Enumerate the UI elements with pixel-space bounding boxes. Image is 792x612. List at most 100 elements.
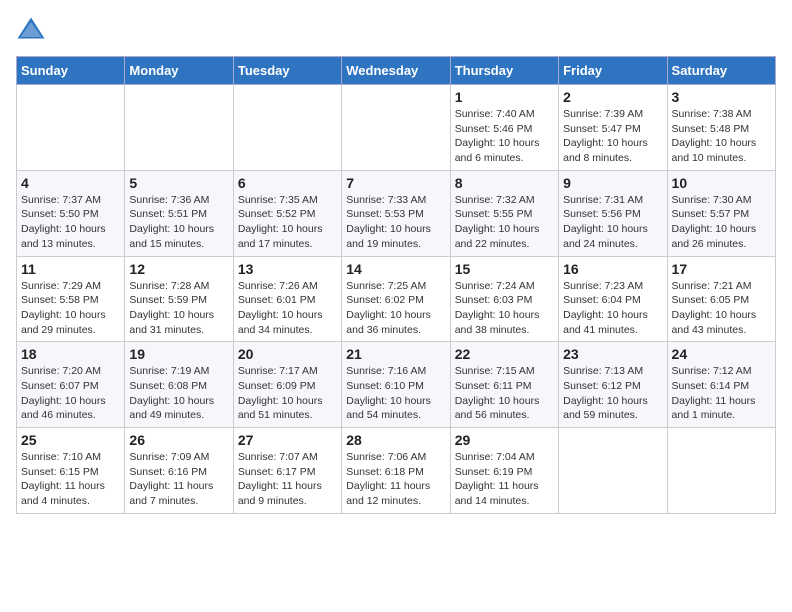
calendar-cell: 5 Sunrise: 7:36 AM Sunset: 5:51 PM Daylig… <box>125 170 233 256</box>
calendar-cell: 27 Sunrise: 7:07 AM Sunset: 6:17 PM Dayli… <box>233 428 341 514</box>
day-info: Sunrise: 7:24 AM Sunset: 6:03 PM Dayligh… <box>455 279 554 338</box>
day-number: 22 <box>455 346 554 362</box>
day-info: Sunrise: 7:20 AM Sunset: 6:07 PM Dayligh… <box>21 364 120 423</box>
header-sunday: Sunday <box>17 57 125 85</box>
day-number: 9 <box>563 175 662 191</box>
week-row-5: 25 Sunrise: 7:10 AM Sunset: 6:15 PM Dayli… <box>17 428 776 514</box>
day-info: Sunrise: 7:35 AM Sunset: 5:52 PM Dayligh… <box>238 193 337 252</box>
day-number: 6 <box>238 175 337 191</box>
day-number: 18 <box>21 346 120 362</box>
calendar-cell: 6 Sunrise: 7:35 AM Sunset: 5:52 PM Daylig… <box>233 170 341 256</box>
day-info: Sunrise: 7:39 AM Sunset: 5:47 PM Dayligh… <box>563 107 662 166</box>
week-row-1: 1 Sunrise: 7:40 AM Sunset: 5:46 PM Daylig… <box>17 85 776 171</box>
calendar-cell: 23 Sunrise: 7:13 AM Sunset: 6:12 PM Dayli… <box>559 342 667 428</box>
calendar-cell <box>125 85 233 171</box>
day-number: 17 <box>672 261 771 277</box>
header <box>16 16 776 46</box>
calendar-cell <box>342 85 450 171</box>
calendar-cell: 25 Sunrise: 7:10 AM Sunset: 6:15 PM Dayli… <box>17 428 125 514</box>
calendar-cell <box>559 428 667 514</box>
day-number: 29 <box>455 432 554 448</box>
day-number: 3 <box>672 89 771 105</box>
calendar-cell: 13 Sunrise: 7:26 AM Sunset: 6:01 PM Dayli… <box>233 256 341 342</box>
logo <box>16 16 50 46</box>
logo-icon <box>16 16 46 46</box>
day-info: Sunrise: 7:26 AM Sunset: 6:01 PM Dayligh… <box>238 279 337 338</box>
day-info: Sunrise: 7:17 AM Sunset: 6:09 PM Dayligh… <box>238 364 337 423</box>
calendar-cell: 12 Sunrise: 7:28 AM Sunset: 5:59 PM Dayli… <box>125 256 233 342</box>
calendar-cell: 21 Sunrise: 7:16 AM Sunset: 6:10 PM Dayli… <box>342 342 450 428</box>
calendar-header-row: SundayMondayTuesdayWednesdayThursdayFrid… <box>17 57 776 85</box>
day-info: Sunrise: 7:40 AM Sunset: 5:46 PM Dayligh… <box>455 107 554 166</box>
calendar-cell: 28 Sunrise: 7:06 AM Sunset: 6:18 PM Dayli… <box>342 428 450 514</box>
header-monday: Monday <box>125 57 233 85</box>
day-info: Sunrise: 7:32 AM Sunset: 5:55 PM Dayligh… <box>455 193 554 252</box>
calendar-cell: 17 Sunrise: 7:21 AM Sunset: 6:05 PM Dayli… <box>667 256 775 342</box>
calendar-cell: 2 Sunrise: 7:39 AM Sunset: 5:47 PM Daylig… <box>559 85 667 171</box>
calendar-cell: 7 Sunrise: 7:33 AM Sunset: 5:53 PM Daylig… <box>342 170 450 256</box>
calendar-cell: 29 Sunrise: 7:04 AM Sunset: 6:19 PM Dayli… <box>450 428 558 514</box>
week-row-4: 18 Sunrise: 7:20 AM Sunset: 6:07 PM Dayli… <box>17 342 776 428</box>
calendar-cell: 15 Sunrise: 7:24 AM Sunset: 6:03 PM Dayli… <box>450 256 558 342</box>
day-info: Sunrise: 7:38 AM Sunset: 5:48 PM Dayligh… <box>672 107 771 166</box>
day-number: 25 <box>21 432 120 448</box>
day-info: Sunrise: 7:06 AM Sunset: 6:18 PM Dayligh… <box>346 450 445 509</box>
day-number: 26 <box>129 432 228 448</box>
day-info: Sunrise: 7:33 AM Sunset: 5:53 PM Dayligh… <box>346 193 445 252</box>
calendar-cell <box>17 85 125 171</box>
day-info: Sunrise: 7:12 AM Sunset: 6:14 PM Dayligh… <box>672 364 771 423</box>
day-info: Sunrise: 7:36 AM Sunset: 5:51 PM Dayligh… <box>129 193 228 252</box>
day-number: 10 <box>672 175 771 191</box>
day-info: Sunrise: 7:21 AM Sunset: 6:05 PM Dayligh… <box>672 279 771 338</box>
day-info: Sunrise: 7:29 AM Sunset: 5:58 PM Dayligh… <box>21 279 120 338</box>
day-number: 7 <box>346 175 445 191</box>
calendar-cell: 9 Sunrise: 7:31 AM Sunset: 5:56 PM Daylig… <box>559 170 667 256</box>
day-info: Sunrise: 7:07 AM Sunset: 6:17 PM Dayligh… <box>238 450 337 509</box>
calendar-cell: 20 Sunrise: 7:17 AM Sunset: 6:09 PM Dayli… <box>233 342 341 428</box>
day-info: Sunrise: 7:16 AM Sunset: 6:10 PM Dayligh… <box>346 364 445 423</box>
day-number: 13 <box>238 261 337 277</box>
calendar-cell: 19Sunrise: 7:19 AM Sunset: 6:08 PM Dayli… <box>125 342 233 428</box>
calendar-cell <box>667 428 775 514</box>
day-number: 28 <box>346 432 445 448</box>
day-info: Sunrise: 7:31 AM Sunset: 5:56 PM Dayligh… <box>563 193 662 252</box>
day-number: 21 <box>346 346 445 362</box>
day-info: Sunrise: 7:10 AM Sunset: 6:15 PM Dayligh… <box>21 450 120 509</box>
header-saturday: Saturday <box>667 57 775 85</box>
header-wednesday: Wednesday <box>342 57 450 85</box>
calendar-table: SundayMondayTuesdayWednesdayThursdayFrid… <box>16 56 776 514</box>
calendar-cell: 16Sunrise: 7:23 AM Sunset: 6:04 PM Dayli… <box>559 256 667 342</box>
calendar-cell: 4Sunrise: 7:37 AM Sunset: 5:50 PM Daylig… <box>17 170 125 256</box>
week-row-3: 11 Sunrise: 7:29 AM Sunset: 5:58 PM Dayli… <box>17 256 776 342</box>
day-number: 5 <box>129 175 228 191</box>
day-info: Sunrise: 7:28 AM Sunset: 5:59 PM Dayligh… <box>129 279 228 338</box>
day-number: 4 <box>21 175 120 191</box>
day-number: 14 <box>346 261 445 277</box>
calendar-cell: 22 Sunrise: 7:15 AM Sunset: 6:11 PM Dayli… <box>450 342 558 428</box>
header-thursday: Thursday <box>450 57 558 85</box>
day-info: Sunrise: 7:04 AM Sunset: 6:19 PM Dayligh… <box>455 450 554 509</box>
day-number: 20 <box>238 346 337 362</box>
day-number: 15 <box>455 261 554 277</box>
day-info: Sunrise: 7:13 AM Sunset: 6:12 PM Dayligh… <box>563 364 662 423</box>
day-number: 11 <box>21 261 120 277</box>
day-number: 1 <box>455 89 554 105</box>
week-row-2: 4Sunrise: 7:37 AM Sunset: 5:50 PM Daylig… <box>17 170 776 256</box>
day-number: 24 <box>672 346 771 362</box>
day-info: Sunrise: 7:15 AM Sunset: 6:11 PM Dayligh… <box>455 364 554 423</box>
day-number: 16 <box>563 261 662 277</box>
calendar-cell: 24 Sunrise: 7:12 AM Sunset: 6:14 PM Dayli… <box>667 342 775 428</box>
day-info: Sunrise: 7:25 AM Sunset: 6:02 PM Dayligh… <box>346 279 445 338</box>
calendar-cell: 8 Sunrise: 7:32 AM Sunset: 5:55 PM Daylig… <box>450 170 558 256</box>
header-friday: Friday <box>559 57 667 85</box>
day-number: 2 <box>563 89 662 105</box>
day-number: 8 <box>455 175 554 191</box>
day-number: 27 <box>238 432 337 448</box>
day-info: Sunrise: 7:09 AM Sunset: 6:16 PM Dayligh… <box>129 450 228 509</box>
day-number: 23 <box>563 346 662 362</box>
calendar-cell: 14 Sunrise: 7:25 AM Sunset: 6:02 PM Dayli… <box>342 256 450 342</box>
calendar-cell: 1 Sunrise: 7:40 AM Sunset: 5:46 PM Daylig… <box>450 85 558 171</box>
calendar-cell: 11 Sunrise: 7:29 AM Sunset: 5:58 PM Dayli… <box>17 256 125 342</box>
day-number: 12 <box>129 261 228 277</box>
day-number: 19 <box>129 346 228 362</box>
